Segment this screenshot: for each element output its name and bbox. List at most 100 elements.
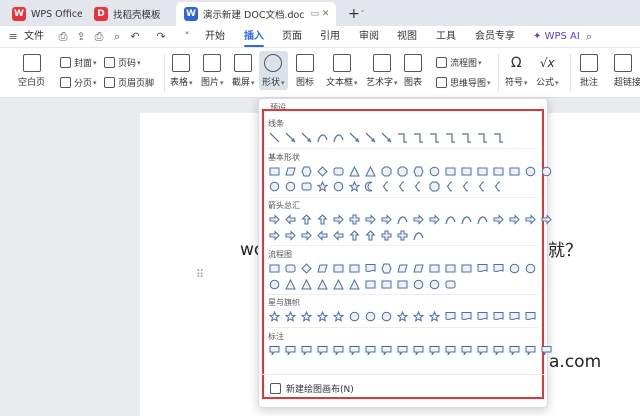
circ-shape-icon[interactable] (332, 180, 345, 193)
tri-shape-icon[interactable] (348, 278, 361, 291)
moon-shape-icon[interactable] (364, 180, 377, 193)
chart-button[interactable]: 图表 (404, 54, 422, 88)
circ-shape-icon[interactable] (364, 310, 377, 323)
page-number-button[interactable]: 页码 ▾ (104, 56, 141, 69)
rect-shape-icon[interactable] (332, 262, 345, 275)
ra-shape-icon[interactable] (284, 229, 297, 242)
doc-shape-icon[interactable] (524, 310, 537, 323)
para-shape-icon[interactable] (412, 262, 425, 275)
call-shape-icon[interactable] (348, 344, 361, 357)
circ-shape-icon[interactable] (428, 278, 441, 291)
call-shape-icon[interactable] (332, 344, 345, 357)
arr-shape-icon[interactable] (380, 131, 393, 144)
doc-shape-icon[interactable] (476, 262, 489, 275)
redo-icon[interactable]: ↷ (154, 30, 168, 44)
print-icon[interactable]: ⎙ (92, 30, 106, 44)
table-button[interactable]: 表格▾ (170, 54, 193, 88)
la-shape-icon[interactable] (316, 229, 329, 242)
formula-button[interactable]: √x 公式▾ (536, 54, 559, 88)
star-shape-icon[interactable] (316, 180, 329, 193)
more-icon[interactable]: ˅ (180, 30, 194, 44)
icons-button[interactable]: 图标 (296, 54, 314, 88)
textbox-button[interactable]: 文本框▾ (326, 54, 358, 88)
header-footer-button[interactable]: 页眉页脚 (104, 76, 154, 89)
ra-shape-icon[interactable] (540, 213, 553, 226)
drag-handle-icon[interactable]: ⠿ (196, 268, 204, 281)
symbol-button[interactable]: Ω 符号▾ (505, 54, 528, 88)
circ-shape-icon[interactable] (348, 310, 361, 323)
tab-document[interactable]: W 演示新建 DOC文档.doc ▭ ✕ (176, 2, 336, 26)
rect-shape-icon[interactable] (428, 262, 441, 275)
curve-shape-icon[interactable] (444, 213, 457, 226)
rect-shape-icon[interactable] (476, 165, 489, 178)
ra-shape-icon[interactable] (428, 213, 441, 226)
arr-shape-icon[interactable] (300, 131, 313, 144)
rect-shape-icon[interactable] (444, 165, 457, 178)
tri-shape-icon[interactable] (316, 278, 329, 291)
oct-shape-icon[interactable] (428, 180, 441, 193)
star-shape-icon[interactable] (412, 310, 425, 323)
rect-shape-icon[interactable] (348, 262, 361, 275)
ra-shape-icon[interactable] (268, 229, 281, 242)
brk-shape-icon[interactable] (476, 180, 489, 193)
dia-shape-icon[interactable] (316, 165, 329, 178)
call-shape-icon[interactable] (460, 344, 473, 357)
elbow-shape-icon[interactable] (492, 131, 505, 144)
arr-shape-icon[interactable] (348, 131, 361, 144)
ra-shape-icon[interactable] (380, 213, 393, 226)
line-shape-icon[interactable] (268, 131, 281, 144)
doc-shape-icon[interactable] (364, 262, 377, 275)
oct-shape-icon[interactable] (396, 165, 409, 178)
ua-shape-icon[interactable] (348, 229, 361, 242)
ra-shape-icon[interactable] (364, 213, 377, 226)
oct-shape-icon[interactable] (380, 165, 393, 178)
call-shape-icon[interactable] (364, 344, 377, 357)
rect-shape-icon[interactable] (396, 278, 409, 291)
arr-shape-icon[interactable] (364, 131, 377, 144)
call-shape-icon[interactable] (524, 344, 537, 357)
circ-shape-icon[interactable] (284, 180, 297, 193)
blank-page-button[interactable]: 空白页 (18, 54, 45, 88)
circ-shape-icon[interactable] (268, 278, 281, 291)
brk-shape-icon[interactable] (396, 180, 409, 193)
circ-shape-icon[interactable] (380, 310, 393, 323)
elbow-shape-icon[interactable] (412, 131, 425, 144)
hex-shape-icon[interactable] (380, 262, 393, 275)
rect-shape-icon[interactable] (380, 278, 393, 291)
menu-file[interactable]: 文件 (24, 26, 44, 48)
page-break-button[interactable]: 分页 ▾ (60, 76, 97, 89)
elbow-shape-icon[interactable] (444, 131, 457, 144)
brk-shape-icon[interactable] (492, 180, 505, 193)
ua-shape-icon[interactable] (364, 229, 377, 242)
elbow-shape-icon[interactable] (460, 131, 473, 144)
tab-close-icon[interactable]: ▭ ✕ (305, 9, 330, 19)
menu-page[interactable]: 页面 (282, 26, 302, 48)
undo-icon[interactable]: ↶ (128, 30, 142, 44)
curve-shape-icon[interactable] (332, 131, 345, 144)
star-shape-icon[interactable] (284, 310, 297, 323)
elbow-shape-icon[interactable] (476, 131, 489, 144)
menu-view[interactable]: 视图 (397, 26, 417, 48)
wps-ai-button[interactable]: ✦ WPS AI (533, 26, 580, 48)
rect-shape-icon[interactable] (460, 165, 473, 178)
star-shape-icon[interactable] (396, 310, 409, 323)
star-shape-icon[interactable] (428, 310, 441, 323)
call-shape-icon[interactable] (476, 344, 489, 357)
screenshot-button[interactable]: 截屏▾ (232, 54, 255, 88)
rect-shape-icon[interactable] (364, 278, 377, 291)
rect-shape-icon[interactable] (444, 262, 457, 275)
tri-shape-icon[interactable] (348, 165, 361, 178)
circ-shape-icon[interactable] (540, 165, 553, 178)
rrect-shape-icon[interactable] (444, 278, 457, 291)
tri-shape-icon[interactable] (364, 165, 377, 178)
curve-shape-icon[interactable] (316, 131, 329, 144)
call-shape-icon[interactable] (492, 344, 505, 357)
ra-shape-icon[interactable] (332, 213, 345, 226)
para-shape-icon[interactable] (284, 165, 297, 178)
flowchart-button[interactable]: 流程图 ▾ (436, 56, 482, 69)
call-shape-icon[interactable] (412, 344, 425, 357)
call-shape-icon[interactable] (540, 344, 553, 357)
menu-start[interactable]: 开始 (205, 26, 225, 48)
call-shape-icon[interactable] (268, 344, 281, 357)
doc-shape-icon[interactable] (476, 310, 489, 323)
